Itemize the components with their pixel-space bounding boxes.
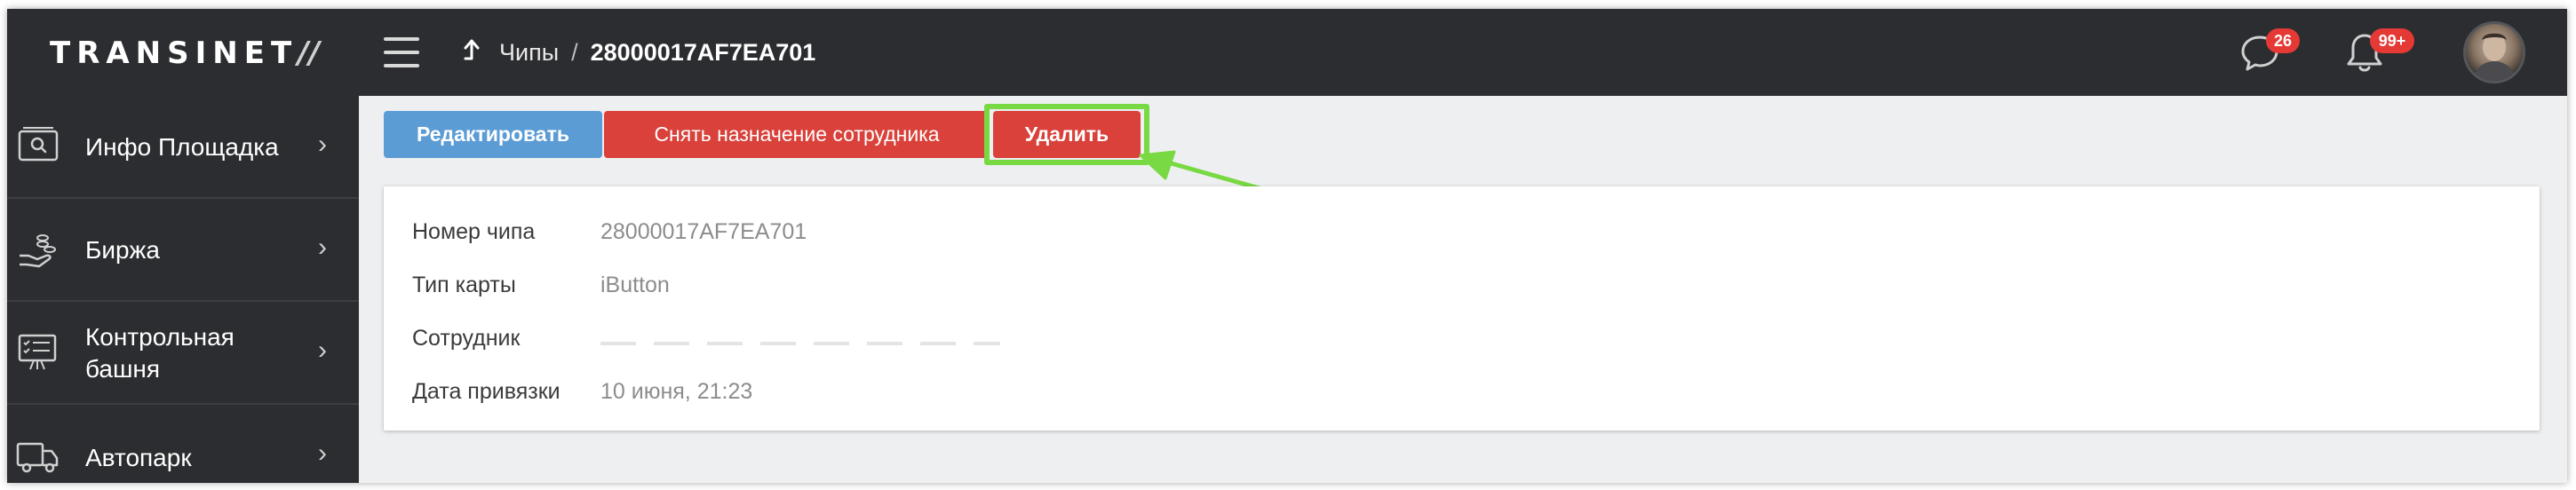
chip-number-value: 28000017AF7EA701 — [600, 218, 807, 244]
sidebar-item-exchange[interactable]: Биржа › — [7, 199, 359, 302]
app-window: TRANSINET// Чипы / 28000017AF7EA701 26 9… — [7, 9, 2567, 483]
sidebar-item-label: Биржа — [85, 236, 160, 264]
bind-date-value: 10 июня, 21:23 — [600, 378, 753, 404]
breadcrumb: Чипы / 28000017AF7EA701 — [460, 37, 815, 67]
logo[interactable]: TRANSINET// — [50, 36, 320, 71]
chevron-right-icon: › — [318, 130, 327, 159]
employee-value-redacted — [600, 342, 1000, 345]
sidebar: Инфо Площадка › Биржа › Контрольная башн… — [7, 96, 359, 483]
notifications-count-badge: 99+ — [2370, 28, 2414, 53]
bind-date-label: Дата привязки — [412, 378, 561, 404]
unassign-employee-button[interactable]: Снять назначение сотрудника — [604, 111, 990, 158]
employee-label: Сотрудник — [412, 325, 521, 351]
bind-date-row: Дата привязки 10 июня, 21:23 — [412, 376, 752, 407]
chip-number-row: Номер чипа 28000017AF7EA701 — [412, 217, 807, 247]
user-avatar[interactable] — [2463, 21, 2525, 83]
highlight-frame — [984, 104, 1149, 165]
truck-icon — [16, 442, 59, 473]
card-type-row: Тип карты iButton — [412, 270, 670, 300]
breadcrumb-parent-link[interactable]: Чипы — [499, 39, 559, 67]
hand-coins-icon — [20, 234, 56, 268]
edit-button[interactable]: Редактировать — [384, 111, 602, 158]
chevron-right-icon: › — [318, 233, 327, 262]
top-bar: TRANSINET// Чипы / 28000017AF7EA701 26 9… — [7, 9, 2567, 96]
monitor-search-icon — [18, 127, 59, 162]
chevron-right-icon: › — [318, 439, 327, 468]
chip-number-label: Номер чипа — [412, 218, 536, 244]
breadcrumb-current: 28000017AF7EA701 — [590, 38, 816, 66]
logo-text: TRANSINET — [50, 36, 298, 71]
arrow-up-icon[interactable] — [460, 37, 481, 67]
card-type-value: iButton — [600, 272, 670, 297]
logo-slashes: // — [298, 36, 320, 71]
menu-icon[interactable] — [384, 37, 419, 67]
sidebar-item-label: Автопарк — [85, 444, 192, 471]
sidebar-item-info-platform[interactable]: Инфо Площадка › — [7, 96, 359, 199]
sidebar-item-fleet[interactable]: Автопарк › — [7, 405, 359, 483]
card-type-label: Тип карты — [412, 272, 516, 297]
breadcrumb-separator: / — [571, 38, 578, 66]
employee-row: Сотрудник — [412, 323, 1000, 353]
sidebar-item-label: Инфо Площадка — [85, 133, 279, 161]
chat-count-badge: 26 — [2266, 28, 2300, 53]
sidebar-item-control-tower[interactable]: Контрольная башня › — [7, 302, 359, 405]
sidebar-item-label-line1: Контрольная — [85, 323, 235, 351]
sidebar-item-label-line2: башня — [85, 355, 161, 383]
chip-details-card: Номер чипа 28000017AF7EA701 Тип карты iB… — [384, 186, 2540, 431]
control-board-icon — [18, 334, 57, 370]
chevron-right-icon: › — [318, 336, 327, 365]
